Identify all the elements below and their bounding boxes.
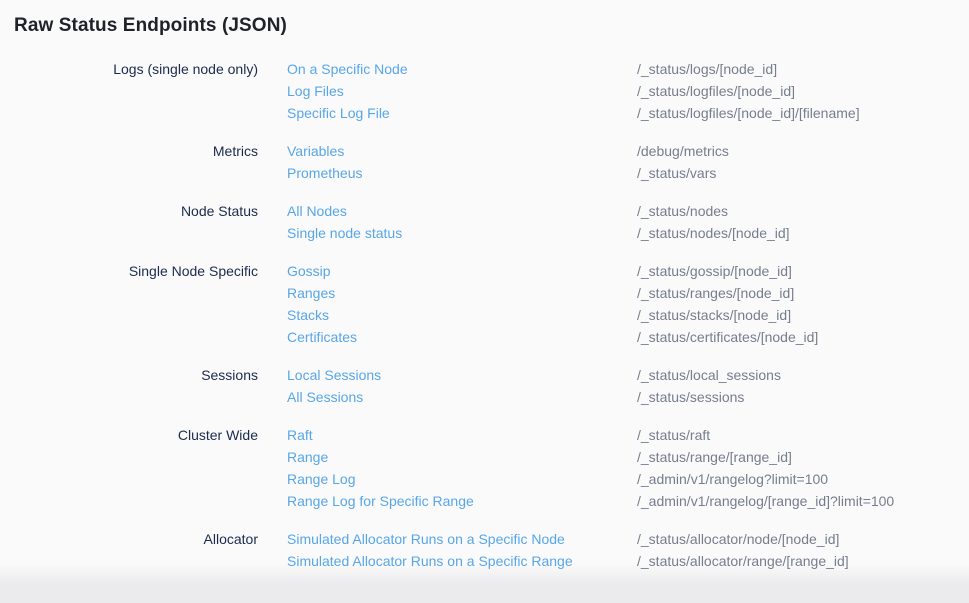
section-category-label: Single Node Specific <box>14 260 258 282</box>
endpoint-row: Specific Log File /_status/logfiles/[nod… <box>287 102 860 124</box>
endpoint-path: /debug/metrics <box>637 140 729 162</box>
endpoint-path: /_status/gossip/[node_id] <box>637 260 792 282</box>
endpoint-path: /_status/local_sessions <box>637 364 781 386</box>
section-category-label: Cluster Wide <box>14 424 258 446</box>
endpoint-section: Node Status All Nodes /_status/nodes Sin… <box>14 200 969 244</box>
endpoint-row: Ranges /_status/ranges/[node_id] <box>287 282 818 304</box>
endpoint-row: Simulated Allocator Runs on a Specific R… <box>287 550 849 572</box>
endpoint-row: Stacks /_status/stacks/[node_id] <box>287 304 818 326</box>
section-category-label: Sessions <box>14 364 258 386</box>
endpoint-section: Metrics Variables /debug/metrics Prometh… <box>14 140 969 184</box>
endpoint-section: Allocator Simulated Allocator Runs on a … <box>14 528 969 572</box>
endpoint-path: /_status/nodes <box>637 200 728 222</box>
endpoint-path: /_admin/v1/rangelog?limit=100 <box>637 468 828 490</box>
endpoint-link[interactable]: Single node status <box>287 222 637 244</box>
endpoint-path: /_status/allocator/range/[range_id] <box>637 550 849 572</box>
endpoint-path: /_status/logs/[node_id] <box>637 58 777 80</box>
endpoint-link[interactable]: All Nodes <box>287 200 637 222</box>
endpoint-link[interactable]: Range Log <box>287 468 637 490</box>
section-entries: Simulated Allocator Runs on a Specific N… <box>287 528 849 572</box>
section-entries: Variables /debug/metrics Prometheus /_st… <box>287 140 729 184</box>
endpoint-link[interactable]: Simulated Allocator Runs on a Specific R… <box>287 550 637 572</box>
endpoint-row: Certificates /_status/certificates/[node… <box>287 326 818 348</box>
page-title: Raw Status Endpoints (JSON) <box>14 14 969 38</box>
endpoint-row: Range Log /_admin/v1/rangelog?limit=100 <box>287 468 894 490</box>
endpoint-path: /_status/logfiles/[node_id] <box>637 80 795 102</box>
endpoint-link[interactable]: Ranges <box>287 282 637 304</box>
endpoint-row: Variables /debug/metrics <box>287 140 729 162</box>
endpoint-row: All Sessions /_status/sessions <box>287 386 781 408</box>
endpoint-row: Prometheus /_status/vars <box>287 162 729 184</box>
endpoint-link[interactable]: Range <box>287 446 637 468</box>
section-entries: Raft /_status/raft Range /_status/range/… <box>287 424 894 512</box>
endpoint-row: Raft /_status/raft <box>287 424 894 446</box>
endpoint-path: /_status/certificates/[node_id] <box>637 326 818 348</box>
endpoint-section: Sessions Local Sessions /_status/local_s… <box>14 364 969 408</box>
endpoint-row: Log Files /_status/logfiles/[node_id] <box>287 80 860 102</box>
endpoint-link[interactable]: Simulated Allocator Runs on a Specific N… <box>287 528 637 550</box>
endpoint-row: All Nodes /_status/nodes <box>287 200 790 222</box>
section-entries: Local Sessions /_status/local_sessions A… <box>287 364 781 408</box>
endpoint-link[interactable]: Gossip <box>287 260 637 282</box>
endpoint-link[interactable]: On a Specific Node <box>287 58 637 80</box>
endpoint-path: /_status/stacks/[node_id] <box>637 304 791 326</box>
endpoint-path: /_status/raft <box>637 424 710 446</box>
endpoint-row: Simulated Allocator Runs on a Specific N… <box>287 528 849 550</box>
endpoint-path: /_status/nodes/[node_id] <box>637 222 790 244</box>
endpoint-path: /_status/ranges/[node_id] <box>637 282 794 304</box>
endpoint-link[interactable]: Certificates <box>287 326 637 348</box>
endpoint-row: Single node status /_status/nodes/[node_… <box>287 222 790 244</box>
endpoint-link[interactable]: Variables <box>287 140 637 162</box>
endpoint-path: /_admin/v1/rangelog/[range_id]?limit=100 <box>637 490 894 512</box>
endpoint-row: Gossip /_status/gossip/[node_id] <box>287 260 818 282</box>
endpoint-section: Logs (single node only) On a Specific No… <box>14 58 969 124</box>
endpoint-row: Local Sessions /_status/local_sessions <box>287 364 781 386</box>
endpoint-row: On a Specific Node /_status/logs/[node_i… <box>287 58 860 80</box>
endpoint-link[interactable]: Raft <box>287 424 637 446</box>
endpoint-link[interactable]: Specific Log File <box>287 102 637 124</box>
section-category-label: Node Status <box>14 200 258 222</box>
endpoint-link[interactable]: Log Files <box>287 80 637 102</box>
endpoint-link[interactable]: Range Log for Specific Range <box>287 490 637 512</box>
section-entries: On a Specific Node /_status/logs/[node_i… <box>287 58 860 124</box>
endpoint-path: /_status/range/[range_id] <box>637 446 792 468</box>
endpoint-link[interactable]: All Sessions <box>287 386 637 408</box>
endpoint-link[interactable]: Prometheus <box>287 162 637 184</box>
section-entries: All Nodes /_status/nodes Single node sta… <box>287 200 790 244</box>
endpoint-row: Range Log for Specific Range /_admin/v1/… <box>287 490 894 512</box>
section-entries: Gossip /_status/gossip/[node_id] Ranges … <box>287 260 818 348</box>
endpoint-link[interactable]: Local Sessions <box>287 364 637 386</box>
endpoint-path: /_status/sessions <box>637 386 744 408</box>
endpoint-path: /_status/allocator/node/[node_id] <box>637 528 839 550</box>
endpoint-section: Cluster Wide Raft /_status/raft Range /_… <box>14 424 969 512</box>
section-category-label: Allocator <box>14 528 258 550</box>
section-category-label: Metrics <box>14 140 258 162</box>
endpoint-link[interactable]: Stacks <box>287 304 637 326</box>
endpoint-section: Single Node Specific Gossip /_status/gos… <box>14 260 969 348</box>
endpoint-row: Range /_status/range/[range_id] <box>287 446 894 468</box>
endpoint-sections: Logs (single node only) On a Specific No… <box>14 58 969 572</box>
section-category-label: Logs (single node only) <box>14 58 258 80</box>
endpoint-path: /_status/logfiles/[node_id]/[filename] <box>637 102 860 124</box>
endpoint-path: /_status/vars <box>637 162 716 184</box>
raw-status-endpoints-page: Raw Status Endpoints (JSON) Logs (single… <box>0 0 969 603</box>
